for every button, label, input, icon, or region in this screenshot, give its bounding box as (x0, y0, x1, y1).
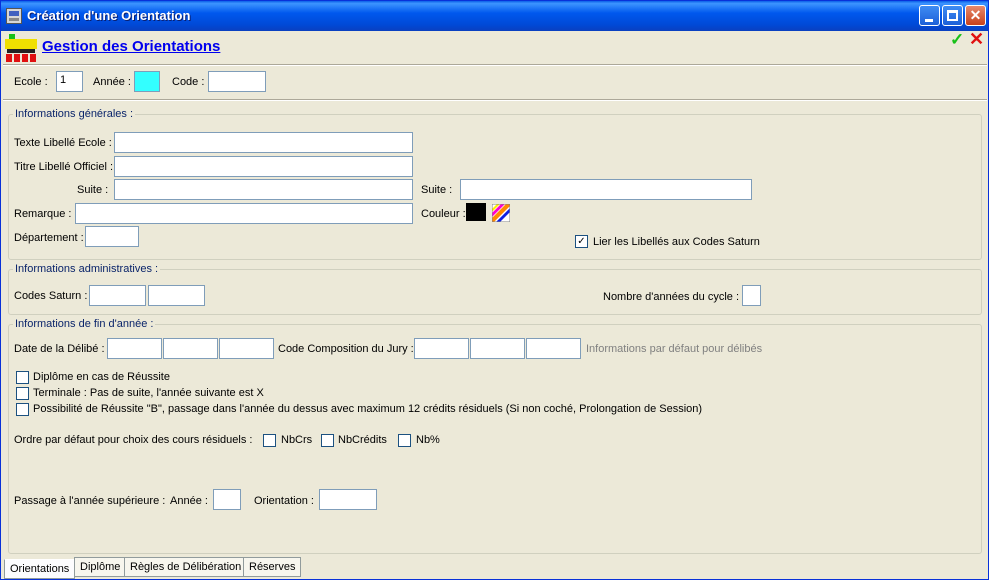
tab-regles-deliberation[interactable]: Règles de Délibération (124, 557, 248, 577)
color-swatch[interactable] (466, 203, 486, 221)
maximize-icon (947, 10, 958, 21)
close-button[interactable]: ✕ (965, 5, 986, 26)
passage-orientation-label: Orientation : (254, 495, 314, 507)
maximize-button[interactable] (942, 5, 963, 26)
info-defaut-label: Informations par défaut pour délibés (586, 343, 763, 355)
general-legend: Informations générales : (13, 108, 136, 120)
code-compo-field-2[interactable] (470, 338, 525, 359)
departement-field[interactable] (85, 226, 139, 247)
date-delibe-label: Date de la Délibé : (14, 343, 105, 355)
minimize-icon (925, 19, 933, 22)
page-title-link[interactable]: Gestion des Orientations (42, 38, 220, 55)
codes-saturn-field-2[interactable] (148, 285, 205, 306)
check-ok-icon[interactable]: ✓ (950, 30, 964, 50)
codes-saturn-field-1[interactable] (89, 285, 146, 306)
nbpct-checkbox[interactable] (398, 434, 411, 447)
terminale-checkbox[interactable] (16, 387, 29, 400)
admin-legend: Informations administratives : (13, 263, 161, 275)
separator (3, 64, 987, 66)
nombre-annees-label: Nombre d'années du cycle : (603, 291, 740, 303)
suite-left-label: Suite : (77, 184, 109, 196)
terminale-label: Terminale : Pas de suite, l'année suivan… (33, 387, 264, 399)
titre-libelle-label: Titre Libellé Officiel : (14, 161, 114, 173)
code-field[interactable] (208, 71, 266, 92)
code-label: Code : (172, 76, 205, 88)
passage-label: Passage à l'année supérieure : (14, 495, 166, 507)
code-compo-field-3[interactable] (526, 338, 581, 359)
passage-annee-label: Année : (170, 495, 208, 507)
passage-orientation-field[interactable] (319, 489, 377, 510)
tab-orientations[interactable]: Orientations (4, 559, 76, 579)
nbcrs-label: NbCrs (281, 434, 313, 446)
suite-left-field[interactable] (114, 179, 413, 200)
codes-saturn-label: Codes Saturn : (14, 290, 88, 302)
ecole-label: Ecole : (14, 76, 48, 88)
fin-legend: Informations de fin d'année : (13, 318, 156, 330)
diplome-label: Diplôme en cas de Réussite (33, 371, 170, 383)
minimize-button[interactable] (919, 5, 940, 26)
separator (3, 99, 987, 101)
tab-reserves[interactable]: Réserves (243, 557, 302, 577)
tab-diplome[interactable]: Diplôme (74, 557, 127, 577)
nbpct-label: Nb% (416, 434, 440, 446)
possibilite-label: Possibilité de Réussite "B", passage dan… (33, 403, 703, 415)
lier-label: Lier les Libellés aux Codes Saturn (593, 236, 760, 248)
departement-label: Département : (14, 232, 84, 244)
close-icon: ✕ (969, 7, 982, 23)
diplome-checkbox[interactable] (16, 371, 29, 384)
date-delibe-field-3[interactable] (219, 338, 274, 359)
app-icon (6, 8, 22, 24)
remarque-label: Remarque : (14, 208, 72, 220)
passage-annee-field[interactable] (213, 489, 241, 510)
suite-right-field[interactable] (460, 179, 752, 200)
orientation-grid-icon (5, 34, 37, 62)
ordre-label: Ordre par défaut pour choix des cours ré… (14, 434, 253, 446)
possibilite-checkbox[interactable] (16, 403, 29, 416)
texte-libelle-label: Texte Libellé Ecole : (14, 137, 112, 149)
nombre-annees-field[interactable] (742, 285, 761, 306)
texte-libelle-field[interactable] (114, 132, 413, 153)
ecole-field[interactable]: 1 (56, 71, 83, 92)
suite-right-label: Suite : (421, 184, 453, 196)
code-compo-label: Code Composition du Jury : (278, 343, 414, 355)
couleur-label: Couleur : (421, 208, 466, 220)
nbcredits-checkbox[interactable] (321, 434, 334, 447)
cancel-x-icon[interactable]: ✕ (969, 29, 984, 50)
lier-checkbox[interactable]: ✓ (575, 235, 588, 248)
annee-field[interactable] (134, 71, 160, 92)
remarque-field[interactable] (75, 203, 413, 224)
titre-libelle-field[interactable] (114, 156, 413, 177)
nbcredits-label: NbCrédits (338, 434, 387, 446)
window: Création d'une Orientation ✕ Gestion des… (0, 0, 989, 580)
date-delibe-field-2[interactable] (163, 338, 218, 359)
date-delibe-field-1[interactable] (107, 338, 162, 359)
annee-label: Année : (93, 76, 131, 88)
code-compo-field-1[interactable] (414, 338, 469, 359)
window-title: Création d'une Orientation (27, 8, 191, 23)
title-bar[interactable]: Création d'une Orientation ✕ (1, 1, 988, 31)
color-palette-icon[interactable] (492, 204, 510, 222)
nbcrs-checkbox[interactable] (263, 434, 276, 447)
